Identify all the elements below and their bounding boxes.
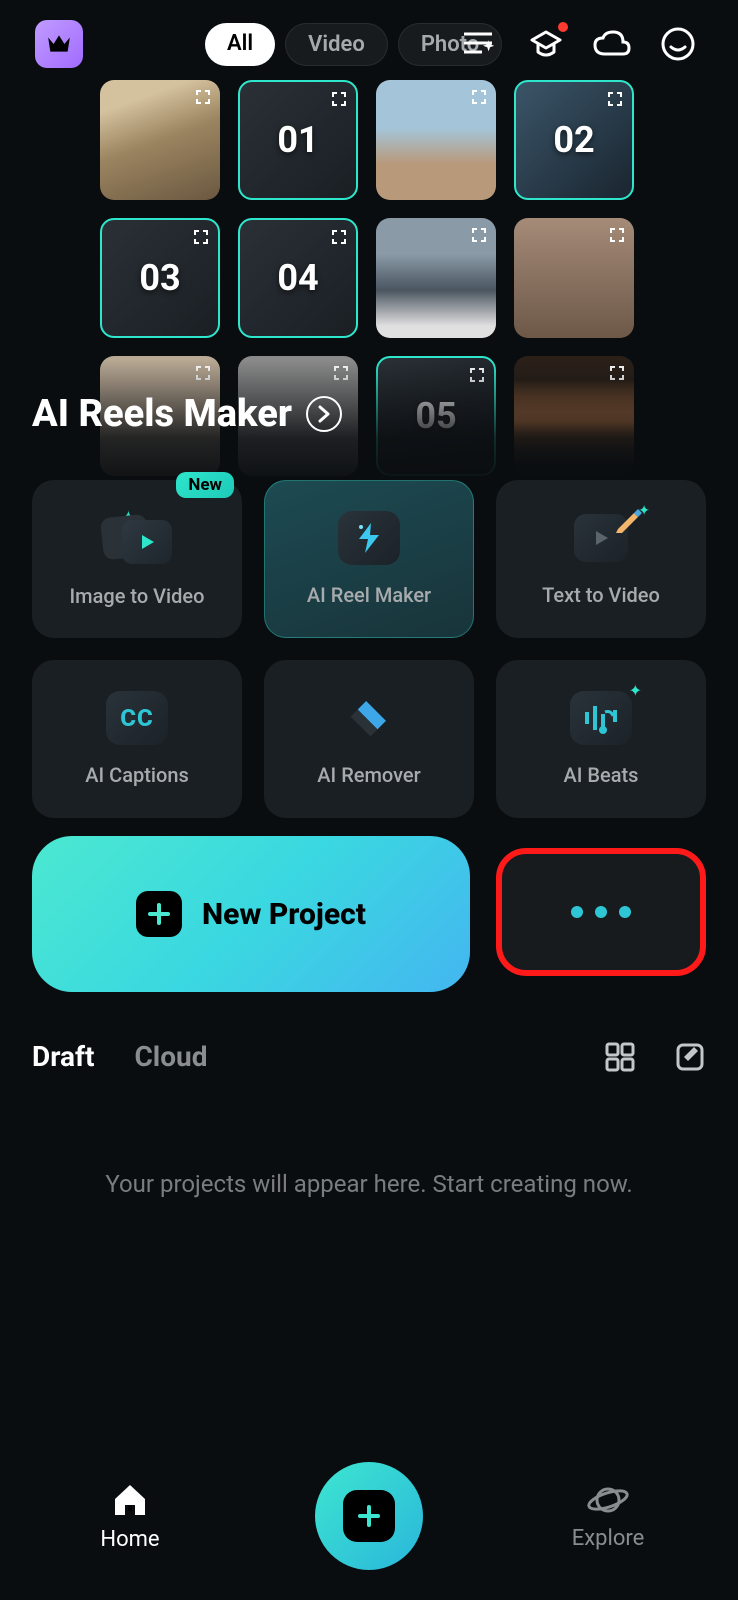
captions-icon: CC: [106, 691, 168, 745]
template-tile[interactable]: [376, 218, 496, 338]
list-sparkle-icon: [462, 29, 498, 59]
template-number: 01: [277, 119, 318, 161]
nav-explore-label: Explore: [572, 1526, 645, 1551]
graduation-cap-icon: [528, 28, 564, 60]
filter-pill-all[interactable]: All: [205, 23, 275, 66]
drafts-tabs: Draft Cloud: [32, 1040, 706, 1073]
expand-icon: [194, 88, 212, 106]
expand-icon: [330, 90, 348, 108]
cloud-icon: [593, 30, 631, 58]
cloud-icon-button[interactable]: [592, 24, 632, 64]
tool-ai-beats[interactable]: ✦ AI Beats: [496, 660, 706, 818]
expand-icon: [330, 228, 348, 246]
tool-label: Image to Video: [70, 584, 205, 608]
section-title-row[interactable]: AI Reels Maker: [32, 392, 342, 436]
lightning-icon: [338, 511, 400, 565]
section-title: AI Reels Maker: [32, 392, 292, 436]
tab-draft[interactable]: Draft: [32, 1040, 94, 1073]
app-header: All Video Photo: [0, 0, 738, 88]
nav-home-label: Home: [100, 1527, 159, 1552]
more-options-button[interactable]: [496, 848, 706, 976]
eraser-icon: [338, 691, 400, 745]
tool-text-to-video[interactable]: ✦ Text to Video: [496, 480, 706, 638]
tool-ai-captions[interactable]: CC AI Captions: [32, 660, 242, 818]
template-number: 02: [553, 119, 594, 161]
more-dot: [571, 906, 583, 918]
template-tile[interactable]: 03: [100, 218, 220, 338]
drafts-actions: [604, 1041, 706, 1073]
tool-label: Text to Video: [542, 583, 660, 607]
tool-label: AI Reel Maker: [307, 583, 431, 607]
template-tile[interactable]: [376, 80, 496, 200]
nav-home[interactable]: Home: [55, 1481, 205, 1552]
expand-icon: [608, 226, 626, 244]
expand-icon: [470, 226, 488, 244]
template-number: 04: [277, 257, 318, 299]
new-project-button[interactable]: New Project: [32, 836, 470, 992]
premium-badge[interactable]: [35, 20, 83, 68]
template-tile[interactable]: [100, 80, 220, 200]
planet-icon: [587, 1482, 629, 1518]
tool-grid: New ✦ Image to Video AI Reel Maker ✦ Tex…: [32, 480, 706, 818]
smiley-icon: [660, 26, 696, 62]
tool-label: AI Remover: [317, 763, 420, 787]
tab-cloud[interactable]: Cloud: [134, 1040, 207, 1073]
image-to-video-icon: ✦: [102, 510, 172, 566]
notification-dot: [558, 22, 568, 32]
tool-label: AI Captions: [85, 763, 189, 787]
bottom-nav: Home Explore: [0, 1462, 738, 1570]
template-tile[interactable]: 02: [514, 80, 634, 200]
education-icon-button[interactable]: [526, 24, 566, 64]
expand-icon: [192, 228, 210, 246]
list-icon-button[interactable]: [460, 24, 500, 64]
more-dot: [595, 906, 607, 918]
edit-icon: [674, 1041, 706, 1073]
tool-ai-remover[interactable]: AI Remover: [264, 660, 474, 818]
empty-projects-message: Your projects will appear here. Start cr…: [0, 1170, 738, 1198]
tool-image-to-video[interactable]: New ✦ Image to Video: [32, 480, 242, 638]
filter-pill-video[interactable]: Video: [285, 23, 388, 66]
filter-pills: All Video Photo: [205, 23, 502, 66]
nav-explore[interactable]: Explore: [533, 1482, 683, 1551]
create-fab[interactable]: [315, 1462, 423, 1570]
plus-icon: [343, 1490, 395, 1542]
grid-view-button[interactable]: [604, 1041, 636, 1073]
template-tile[interactable]: 01: [238, 80, 358, 200]
new-project-label: New Project: [202, 897, 366, 932]
template-number: 03: [139, 257, 180, 299]
template-tile[interactable]: 04: [238, 218, 358, 338]
text-to-video-icon: ✦: [570, 511, 632, 565]
project-row: New Project: [32, 836, 706, 992]
chevron-right-icon: [306, 396, 342, 432]
header-actions: [460, 24, 698, 64]
template-tile[interactable]: [514, 218, 634, 338]
home-icon: [111, 1481, 149, 1519]
crown-icon: [46, 34, 72, 54]
expand-icon: [470, 88, 488, 106]
profile-icon-button[interactable]: [658, 24, 698, 64]
edit-button[interactable]: [674, 1041, 706, 1073]
plus-icon: [136, 891, 182, 937]
tool-ai-reel-maker[interactable]: AI Reel Maker: [264, 480, 474, 638]
expand-icon: [606, 90, 624, 108]
grid-icon: [604, 1041, 636, 1073]
beats-icon: ✦: [570, 691, 632, 745]
tool-label: AI Beats: [564, 763, 639, 787]
badge-new: New: [176, 472, 234, 498]
more-dot: [619, 906, 631, 918]
